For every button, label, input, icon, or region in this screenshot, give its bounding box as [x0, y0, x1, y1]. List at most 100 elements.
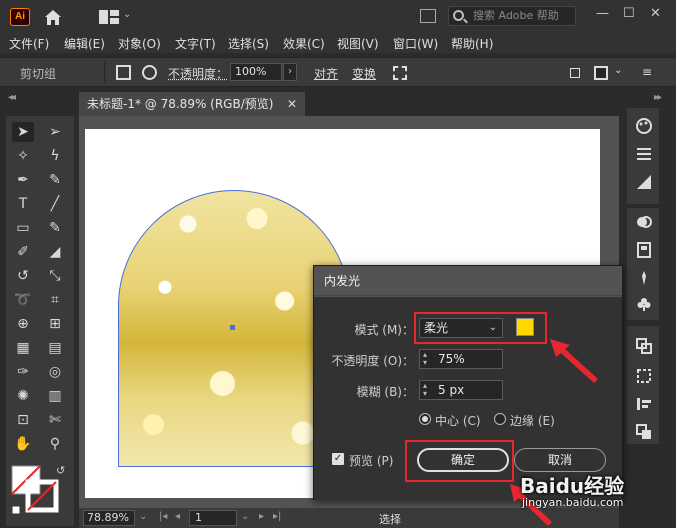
help-search-input[interactable]: 搜索 Adobe 帮助 [448, 6, 576, 26]
isolate-icon[interactable] [393, 66, 407, 80]
menu-file[interactable]: 文件(F) [9, 35, 49, 52]
gradient-tool-icon[interactable]: ▤ [44, 338, 66, 358]
annotation-highlight-ok [405, 440, 514, 482]
scale-tool-icon[interactable]: ⤡ [44, 266, 66, 286]
document-tab[interactable]: 未标题-1* @ 78.89% (RGB/预览) ✕ [79, 92, 305, 116]
line-tool-icon[interactable]: ╱ [44, 194, 66, 214]
warp-tool-icon[interactable]: ➰ [12, 290, 34, 310]
menu-window[interactable]: 窗口(W) [393, 35, 438, 52]
blend-tool-icon[interactable]: ◎ [44, 362, 66, 382]
edge-radio-label[interactable]: 边缘 (E) [510, 412, 555, 429]
hand-tool-icon[interactable]: ✋ [12, 434, 34, 454]
align-link[interactable]: 对齐 [314, 65, 338, 82]
curvature-tool-icon[interactable]: ✎ [44, 170, 66, 190]
close-button[interactable]: ✕ [650, 6, 661, 21]
previous-artboard-icon[interactable]: ◂ [175, 511, 180, 522]
arrange-icon[interactable] [570, 68, 580, 78]
shape-builder-tool-icon[interactable]: ⊕ [12, 314, 34, 334]
menu-select[interactable]: 选择(S) [228, 35, 269, 52]
opacity-field-value: 75% [438, 352, 465, 366]
center-point [230, 325, 235, 330]
last-artboard-icon[interactable]: ▸| [273, 511, 281, 522]
eraser-tool-icon[interactable]: ◢ [44, 242, 66, 262]
chevron-down-icon[interactable]: ⌄ [123, 9, 131, 20]
blur-label: 模糊 (B)： [356, 385, 414, 399]
cancel-button[interactable]: 取消 [514, 448, 606, 472]
close-icon[interactable]: ✕ [287, 92, 297, 116]
workspace-layout-icon[interactable] [99, 10, 119, 24]
pathfinder-icon[interactable] [636, 338, 652, 354]
symbol-sprayer-tool-icon[interactable]: ✺ [12, 386, 34, 406]
arrange-documents-icon[interactable] [420, 9, 436, 23]
rotate-tool-icon[interactable]: ↺ [12, 266, 34, 286]
align-panel-icon[interactable] [636, 396, 652, 412]
expand-icon[interactable]: ▸▸ [654, 92, 662, 103]
pen-tool-icon[interactable]: ✒ [12, 170, 34, 190]
opacity-label[interactable]: 不透明度： [168, 65, 228, 82]
lasso-tool-icon[interactable]: ϟ [44, 146, 66, 166]
eyedropper-tool-icon[interactable]: ✑ [12, 362, 34, 382]
menu-edit[interactable]: 编辑(E) [64, 35, 105, 52]
home-icon[interactable] [42, 7, 64, 27]
shaper-tool-icon[interactable]: ✐ [12, 242, 34, 262]
chevron-down-icon[interactable]: ⌄ [614, 65, 622, 76]
collapse-icon[interactable]: ◂◂ [8, 92, 16, 103]
free-transform-tool-icon[interactable]: ⌗ [44, 290, 66, 310]
mesh-tool-icon[interactable]: ▦ [12, 338, 34, 358]
type-tool-icon[interactable]: T [12, 194, 34, 214]
chevron-down-icon[interactable]: ⌄ [241, 511, 249, 522]
minimize-button[interactable]: — [596, 6, 609, 21]
align-options-icon[interactable] [594, 66, 608, 80]
color-palette-icon[interactable] [636, 118, 652, 134]
search-placeholder: 搜索 Adobe 帮助 [473, 9, 559, 22]
transparency-icon[interactable] [636, 214, 652, 230]
opacity-input[interactable]: 100% [230, 63, 282, 81]
zoom-tool-icon[interactable]: ⚲ [44, 434, 66, 454]
first-artboard-icon[interactable]: |◂ [159, 511, 167, 522]
panel-menu-icon[interactable]: ≡ [642, 65, 652, 79]
direct-selection-tool-icon[interactable]: ➢ [44, 122, 66, 142]
artboard-number-field[interactable]: 1 [189, 510, 237, 526]
transform-icon[interactable] [636, 368, 652, 384]
annotation-arrow-icon [550, 339, 598, 383]
edge-radio[interactable] [494, 413, 506, 425]
preview-checkbox[interactable]: ✓ [332, 453, 344, 465]
chevron-down-icon[interactable]: ⌄ [139, 511, 147, 522]
menu-help[interactable]: 帮助(H) [451, 35, 493, 52]
menu-object[interactable]: 对象(O) [118, 35, 161, 52]
menu-type[interactable]: 文字(T) [175, 35, 216, 52]
layers-icon[interactable] [636, 424, 652, 440]
edit-clipping-path-icon[interactable] [116, 65, 131, 80]
center-radio[interactable] [419, 413, 431, 425]
fill-stroke-swatch-icon[interactable]: ↺ [10, 462, 70, 520]
preview-label[interactable]: 预览 (P) [349, 452, 393, 469]
transform-link[interactable]: 变换 [352, 65, 376, 82]
next-artboard-icon[interactable]: ▸ [259, 511, 264, 522]
zoom-level-field[interactable]: 78.89% [83, 510, 135, 526]
maximize-button[interactable]: ☐ [623, 6, 635, 21]
stepper-icon[interactable]: ▴ ▾ [423, 351, 427, 367]
menu-view[interactable]: 视图(V) [337, 35, 379, 52]
paintbrush-tool-icon[interactable]: ✎ [44, 218, 66, 238]
selection-tool-icon[interactable]: ➤ [12, 122, 34, 142]
slice-tool-icon[interactable]: ✄ [44, 410, 66, 430]
center-radio-label[interactable]: 中心 (C) [435, 412, 481, 429]
edit-contents-icon[interactable] [142, 65, 157, 80]
clubs-icon[interactable] [636, 296, 652, 312]
artboard-tool-icon[interactable]: ⊡ [12, 410, 34, 430]
gradient-panel-icon[interactable] [636, 174, 652, 190]
magic-wand-tool-icon[interactable]: ✧ [12, 146, 34, 166]
perspective-grid-tool-icon[interactable]: ⊞ [44, 314, 66, 334]
rectangle-tool-icon[interactable]: ▭ [12, 218, 34, 238]
menu-effect[interactable]: 效果(C) [283, 35, 325, 52]
chevron-right-icon[interactable]: › [283, 63, 297, 81]
control-bar: 剪切组 不透明度： 100% › 对齐 变换 ⌄ ≡ [0, 57, 676, 87]
stepper-icon[interactable]: ▴ ▾ [423, 382, 427, 398]
search-icon [453, 10, 464, 21]
opacity-field[interactable]: ▴ ▾ 75% [419, 349, 503, 369]
properties-icon[interactable] [636, 146, 652, 162]
appearance-icon[interactable] [636, 242, 652, 258]
blur-field[interactable]: ▴ ▾ 5 px [419, 380, 503, 400]
symbols-icon[interactable] [636, 270, 652, 286]
column-graph-tool-icon[interactable]: ▥ [44, 386, 66, 406]
